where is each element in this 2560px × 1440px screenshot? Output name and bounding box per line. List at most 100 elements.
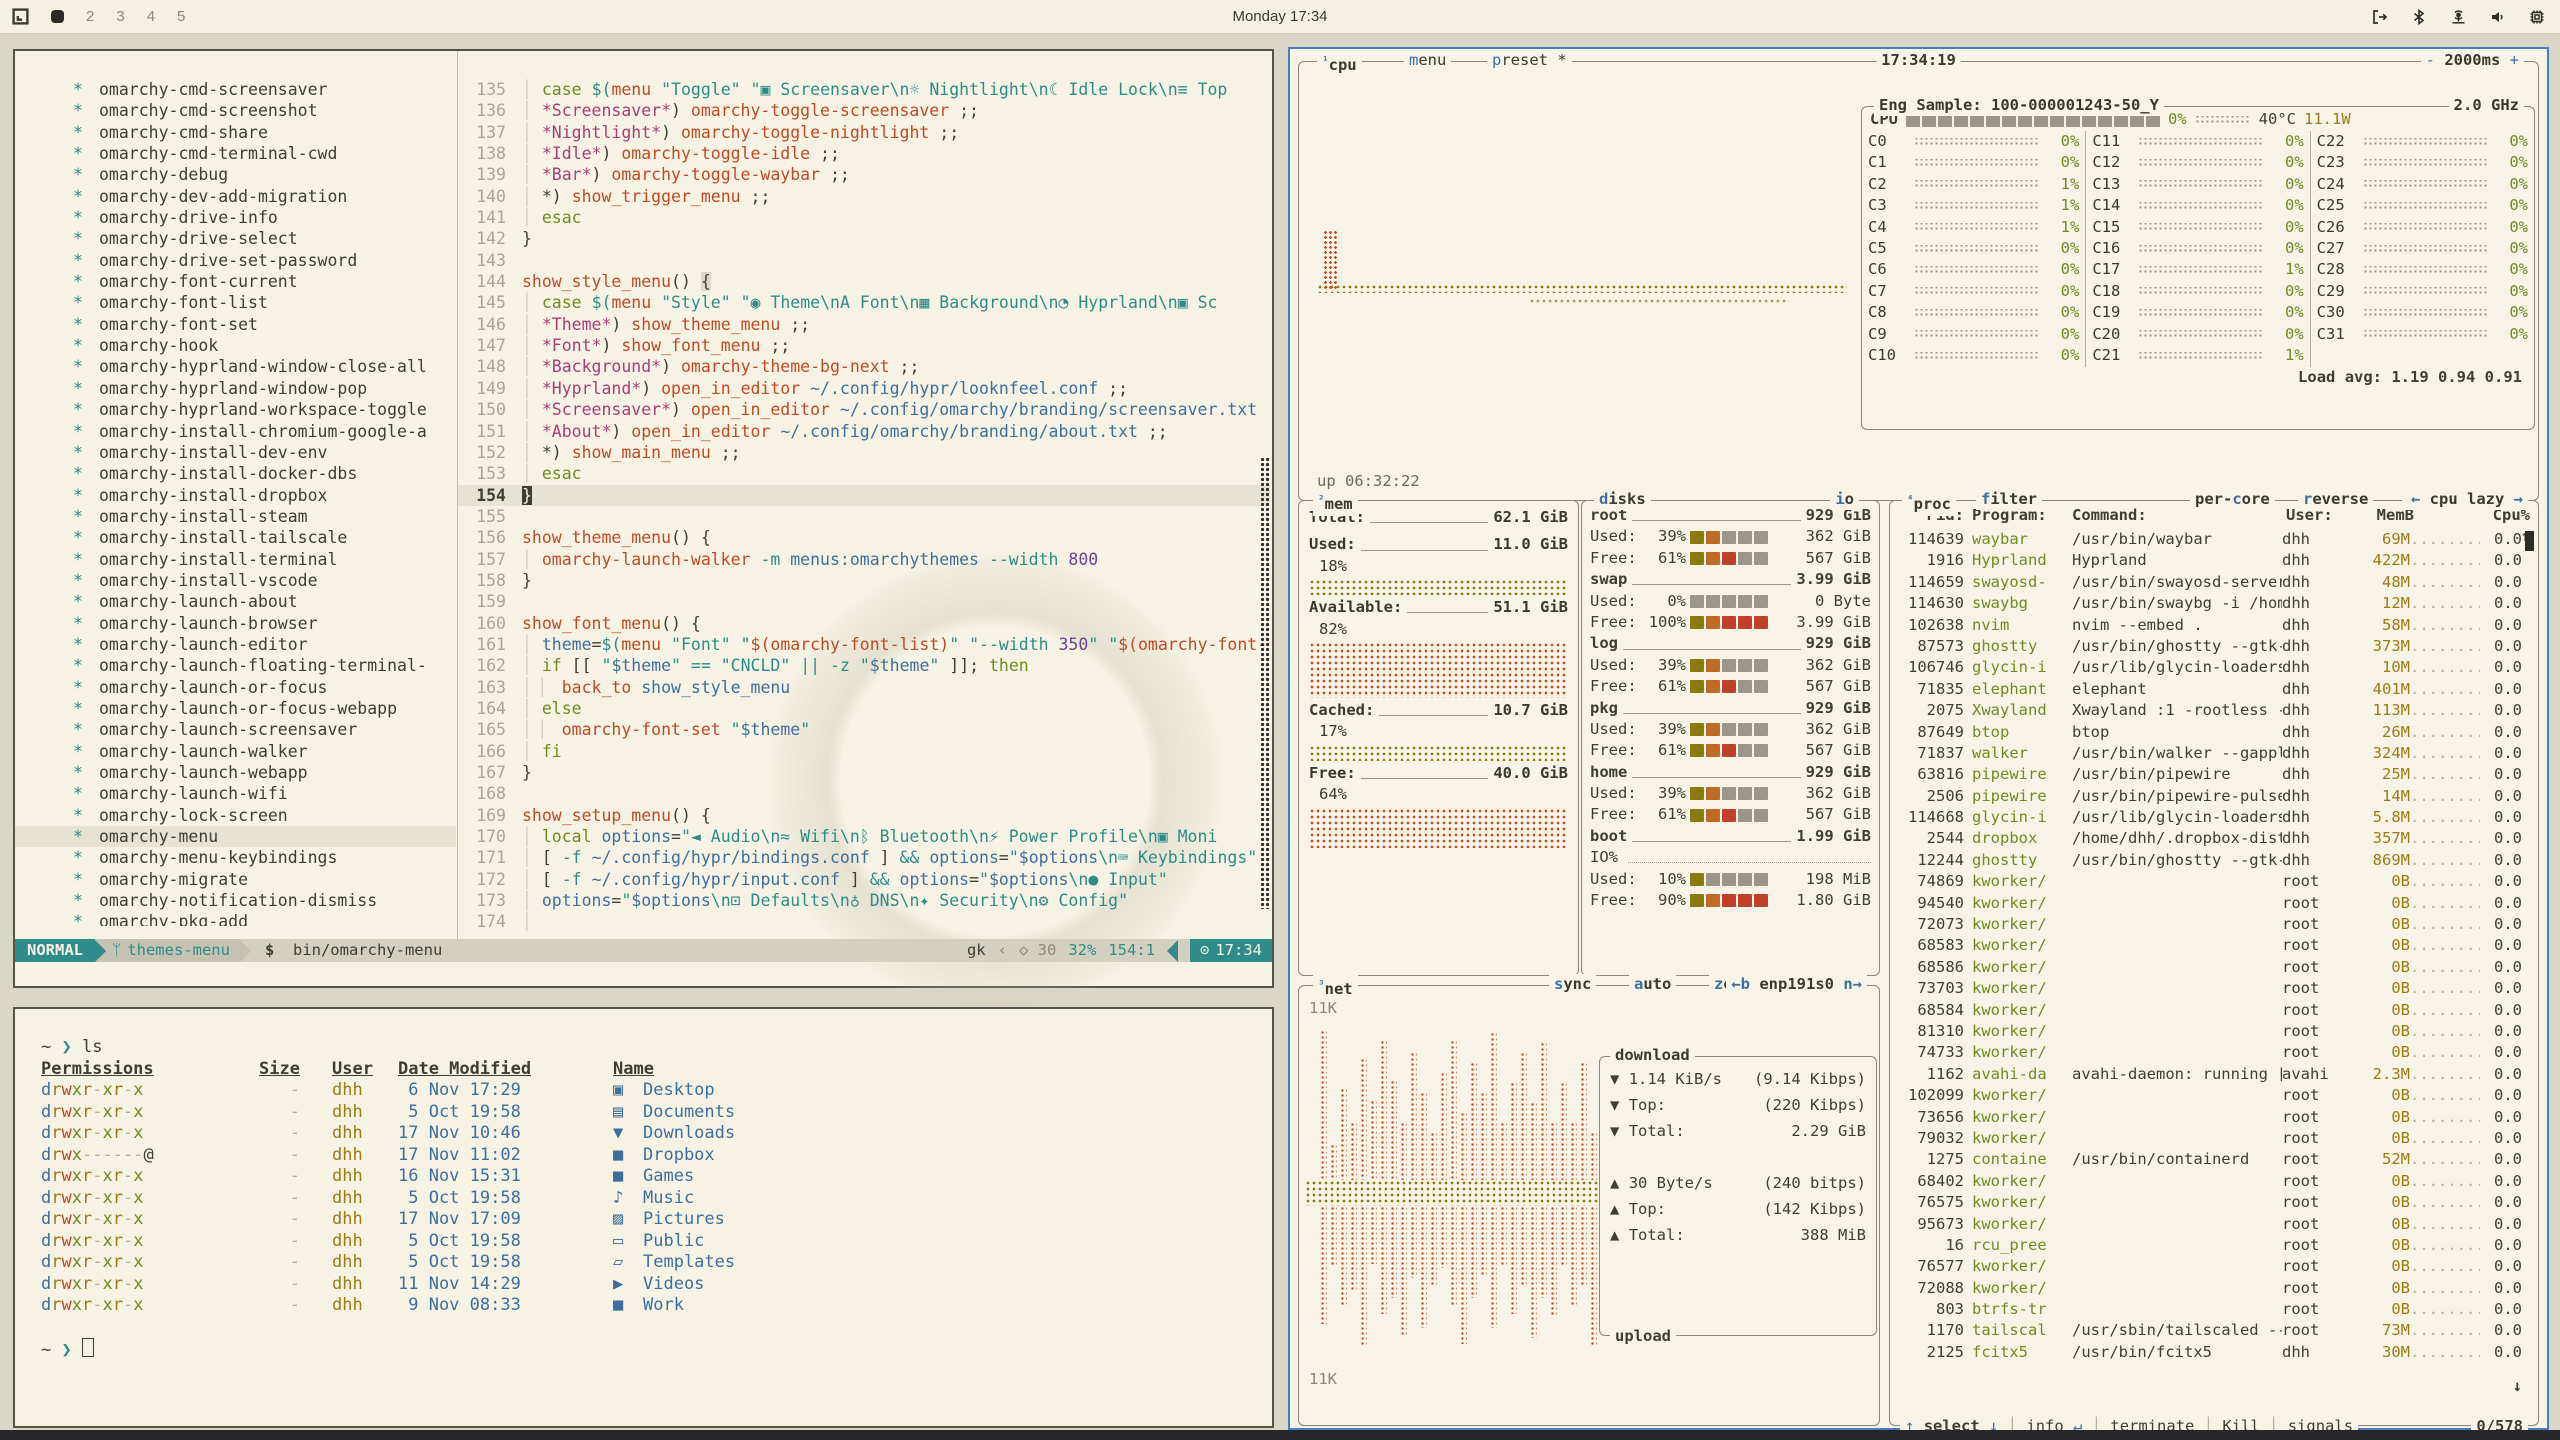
btop-preset-button[interactable]: preset * (1487, 50, 1572, 71)
code-line[interactable]: 138│ *Idle*) omarchy-toggle-idle ;; (458, 143, 1270, 164)
file-list-item[interactable]: *omarchy-install-tailscale (15, 527, 456, 548)
process-row[interactable]: 68402kworker/root0B..........0.0 (1894, 1171, 2522, 1192)
file-list-item[interactable]: *omarchy-install-chromium-google-a (15, 421, 456, 442)
process-row[interactable]: 79032kworker/root0B..........0.0 (1894, 1128, 2522, 1149)
proc-reverse-toggle[interactable]: reverse (2298, 489, 2373, 510)
code-line[interactable]: 151│ *About*) open_in_editor ~/.config/o… (458, 421, 1270, 442)
file-list-item[interactable]: *omarchy-launch-about (15, 591, 456, 612)
file-list-item[interactable]: *omarchy-drive-select (15, 228, 456, 249)
process-row[interactable]: 1162avahi-daavahi-daemon: running [avahi… (1894, 1064, 2522, 1085)
code-line[interactable]: 173│ options="$options\n⊡ Defaults\n♁ DN… (458, 890, 1270, 911)
file-list-item[interactable]: *omarchy-font-current (15, 271, 456, 292)
process-row[interactable]: 1275containe/usr/bin/containerdroot52M..… (1894, 1149, 2522, 1170)
file-list-item[interactable]: *omarchy-launch-screensaver (15, 719, 456, 740)
file-list-item[interactable]: *omarchy-migrate (15, 869, 456, 890)
file-list-item[interactable]: *omarchy-pkg-add (15, 911, 456, 926)
code-line[interactable]: 157│ omarchy-launch-walker -m menus:omar… (458, 549, 1270, 570)
process-row[interactable]: 94540kworker/root0B..........0.0 (1894, 893, 2522, 914)
process-row[interactable]: 114659swayosd-/usr/bin/swayosd-serverdhh… (1894, 572, 2522, 593)
file-list-item[interactable]: *omarchy-hyprland-window-close-all (15, 356, 456, 377)
code-line[interactable]: 166│ fi (458, 741, 1270, 762)
process-row[interactable]: 102638nvimnvim --embed .dhh58M..........… (1894, 615, 2522, 636)
code-line[interactable]: 141│ esac (458, 207, 1270, 228)
process-row[interactable]: 74869kworker/root0B..........0.0 (1894, 871, 2522, 892)
process-row[interactable]: 114639waybar/usr/bin/waybardhh69M.......… (1894, 529, 2522, 550)
net-interface-selector[interactable]: ←b enp191s0 n→ (1726, 974, 1867, 995)
process-row[interactable]: 2125fcitx5/usr/bin/fcitx5dhh30M.........… (1894, 1342, 2522, 1363)
file-list-item[interactable]: *omarchy-launch-or-focus-webapp (15, 698, 456, 719)
chip-icon[interactable] (2528, 8, 2546, 26)
code-line[interactable]: 174│ (458, 911, 1270, 932)
file-list-item[interactable]: *omarchy-launch-editor (15, 634, 456, 655)
file-list-item[interactable]: *omarchy-launch-or-focus (15, 677, 456, 698)
code-line[interactable]: 168 (458, 783, 1270, 804)
network-icon[interactable] (2449, 8, 2468, 26)
process-row[interactable]: 68583kworker/root0B..........0.0 (1894, 935, 2522, 956)
code-line[interactable]: 158} (458, 570, 1270, 591)
file-list-item[interactable]: *omarchy-cmd-terminal-cwd (15, 143, 456, 164)
code-line[interactable]: 156show_theme_menu() { (458, 527, 1270, 548)
process-row[interactable]: 2544dropbox/home/dhh/.dropbox-distdhh357… (1894, 828, 2522, 849)
file-list-item[interactable]: *omarchy-install-dropbox (15, 485, 456, 506)
file-list-item[interactable]: *omarchy-menu (15, 826, 456, 847)
net-auto-toggle[interactable]: auto (1629, 974, 1676, 995)
code-line[interactable]: 146│ *Theme*) show_theme_menu ;; (458, 314, 1270, 335)
code-line[interactable]: 150│ *Screensaver*) open_in_editor ~/.co… (458, 399, 1270, 420)
file-list-item[interactable]: *omarchy-font-set (15, 314, 456, 335)
cpu-box-title[interactable]: ¹cpu (1317, 50, 1362, 77)
terminal-cursor[interactable] (82, 1338, 94, 1357)
file-list-item[interactable]: *omarchy-cmd-share (15, 122, 456, 143)
file-list-item[interactable]: *omarchy-install-vscode (15, 570, 456, 591)
file-list-item[interactable]: *omarchy-launch-browser (15, 613, 456, 634)
process-row[interactable]: 68586kworker/root0B..........0.0 (1894, 957, 2522, 978)
code-line[interactable]: 148│ *Background*) omarchy-theme-bg-next… (458, 356, 1270, 377)
code-line[interactable]: 142} (458, 228, 1270, 249)
process-row[interactable]: 63816pipewire/usr/bin/pipewiredhh25M....… (1894, 764, 2522, 785)
bluetooth-icon[interactable] (2410, 8, 2428, 26)
file-list-item[interactable]: *omarchy-launch-walker (15, 741, 456, 762)
code-line[interactable]: 155 (458, 506, 1270, 527)
process-row[interactable]: 76575kworker/root0B..........0.0 (1894, 1192, 2522, 1213)
btop-menu-button[interactable]: menu (1404, 50, 1451, 71)
code-line[interactable]: 163│ ▏ back_to show_style_menu (458, 677, 1270, 698)
process-row[interactable]: 12244ghostty/usr/bin/ghostty --gtk-dhh86… (1894, 850, 2522, 871)
proc-filter-button[interactable]: filter (1976, 489, 2042, 510)
process-row[interactable]: 102099kworker/root0B..........0.0 (1894, 1085, 2522, 1106)
file-list-item[interactable]: *omarchy-launch-floating-terminal- (15, 655, 456, 676)
volume-icon[interactable] (2489, 8, 2507, 26)
process-row[interactable]: 803btrfs-trroot0B..........0.0 (1894, 1299, 2522, 1320)
code-line[interactable]: 140│ *) show_trigger_menu ;; (458, 186, 1270, 207)
process-row[interactable]: 1170tailscal/usr/sbin/tailscaled --root7… (1894, 1320, 2522, 1341)
file-list-item[interactable]: *omarchy-install-docker-dbs (15, 463, 456, 484)
file-list-item[interactable]: *omarchy-install-dev-env (15, 442, 456, 463)
code-line[interactable]: 149│ *Hyprland*) open_in_editor ~/.confi… (458, 378, 1270, 399)
mem-box-title[interactable]: ²mem (1313, 489, 1358, 516)
process-row[interactable]: 73656kworker/root0B..........0.0 (1894, 1107, 2522, 1128)
process-row[interactable]: 68584kworker/root0B..........0.0 (1894, 1000, 2522, 1021)
logout-icon[interactable] (2371, 8, 2389, 26)
code-line[interactable]: 161│ theme=$(menu "Font" "$(omarchy-font… (458, 634, 1270, 655)
file-list-item[interactable]: *omarchy-menu-keybindings (15, 847, 456, 868)
file-list-item[interactable]: *omarchy-font-list (15, 292, 456, 313)
process-row[interactable]: 74733kworker/root0B..........0.0 (1894, 1042, 2522, 1063)
proc-box-title[interactable]: ⁴proc (1902, 489, 1956, 516)
code-line[interactable]: 143 (458, 250, 1270, 271)
file-list-item[interactable]: *omarchy-launch-wifi (15, 783, 456, 804)
file-list-item[interactable]: *omarchy-hook (15, 335, 456, 356)
proc-scrollbar-thumb[interactable] (2525, 531, 2534, 551)
process-row[interactable]: 71835elephantelephantdhh401M..........0.… (1894, 679, 2522, 700)
process-row[interactable]: 95673kworker/root0B..........0.0 (1894, 1214, 2522, 1235)
file-list-item[interactable]: *omarchy-cmd-screensaver (15, 79, 456, 100)
code-line[interactable]: 165│ ▏ omarchy-font-set "$theme" (458, 719, 1270, 740)
refresh-interval[interactable]: - 2000ms + (2421, 50, 2524, 71)
file-list-item[interactable]: *omarchy-dev-add-migration (15, 186, 456, 207)
net-sync-toggle[interactable]: sync (1549, 974, 1596, 995)
file-list-item[interactable]: *omarchy-cmd-screenshot (15, 100, 456, 121)
proc-percore-toggle[interactable]: per-core (2190, 489, 2275, 510)
code-line[interactable]: 144show_style_menu() { (458, 271, 1270, 292)
file-list-item[interactable]: *omarchy-drive-info (15, 207, 456, 228)
file-list-item[interactable]: *omarchy-notification-dismiss (15, 890, 456, 911)
code-line[interactable]: 137│ *Nightlight*) omarchy-toggle-nightl… (458, 122, 1270, 143)
code-line[interactable]: 159 (458, 591, 1270, 612)
code-line[interactable]: 154} (458, 485, 1270, 506)
